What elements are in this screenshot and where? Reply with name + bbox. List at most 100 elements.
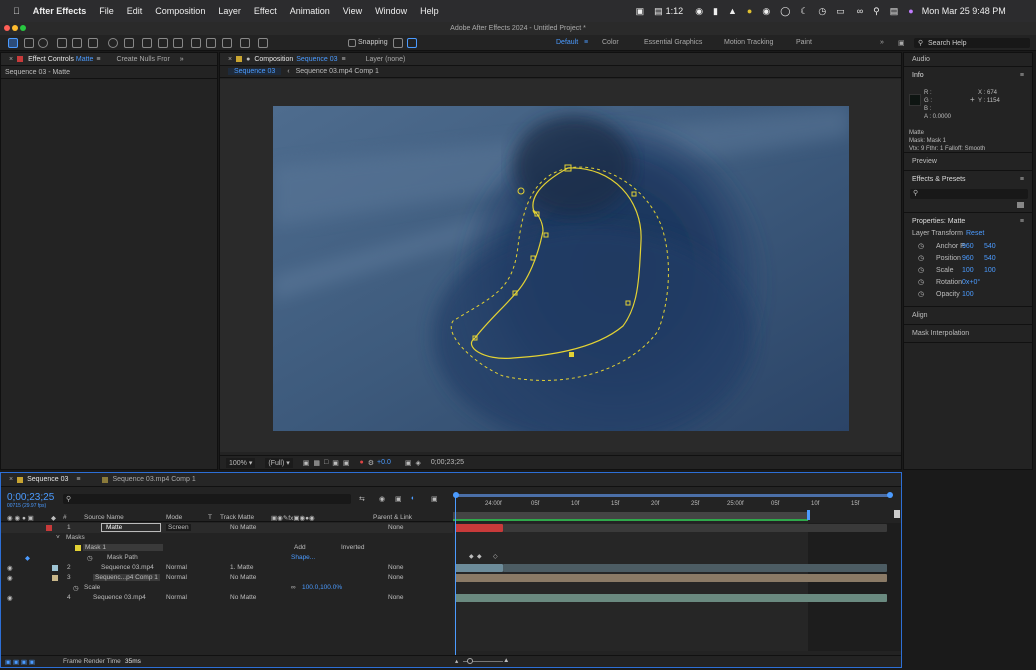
layer-parent[interactable]: None — [388, 594, 404, 601]
work-area-start-handle[interactable] — [453, 492, 459, 498]
layer-2-bar-remainder[interactable] — [503, 564, 887, 572]
layer-name[interactable]: Matte — [101, 523, 161, 532]
snapshot-icon[interactable]: ▣ — [405, 459, 412, 467]
more-tabs-icon[interactable]: » — [180, 56, 184, 63]
tab-effect-layer[interactable]: Matte — [76, 56, 94, 63]
stopwatch-icon[interactable]: ◷ — [73, 584, 79, 592]
siri-icon[interactable]: ● — [908, 6, 913, 16]
mask-1-row[interactable]: Mask 1 Add Inverted — [1, 543, 453, 553]
transparency-grid-icon[interactable]: ▦ — [313, 459, 320, 467]
t-header[interactable]: T — [208, 514, 212, 521]
control-icon[interactable]: ◯ — [780, 6, 790, 17]
motion-blur-icon[interactable]: ◐ — [411, 495, 415, 502]
prop-scale-y[interactable]: 100 — [984, 267, 996, 274]
viewer-timecode[interactable]: 0;00;23;25 — [431, 459, 464, 466]
masks-group-row[interactable]: ˅ Masks — [1, 533, 453, 543]
workspace-paint[interactable]: Paint — [796, 39, 812, 46]
prop-rotation-value[interactable]: 0x+0° — [962, 279, 980, 286]
panel-close-icon[interactable]: × — [1, 56, 17, 63]
current-time-indicator[interactable] — [455, 495, 456, 655]
track-matte-header[interactable]: Track Matte — [220, 514, 254, 521]
layer-mode[interactable]: Normal — [166, 594, 187, 601]
battery-icon[interactable]: ▭ — [836, 6, 845, 17]
work-area-out-marker[interactable] — [807, 510, 810, 520]
coin-icon[interactable]: ● — [747, 6, 752, 16]
layer-label-color[interactable] — [46, 525, 52, 531]
layer-row-4[interactable]: ◉ 4 Sequence 03.mp4 Normal No Matte None — [1, 593, 453, 603]
prop-opacity-value[interactable]: 100 — [962, 291, 974, 298]
layer-track-matte[interactable]: No Matte — [230, 594, 256, 601]
zoom-tool-icon[interactable] — [38, 38, 48, 48]
stopwatch-icon[interactable]: ◷ — [918, 278, 936, 286]
layer-label-color[interactable] — [52, 565, 58, 571]
time-ruler[interactable]: 24:00f 05f 10f 15f 20f 25f 25:00f 05f 10… — [453, 488, 901, 522]
moon-icon[interactable]: ☾ — [800, 6, 808, 17]
snap-option-icon[interactable] — [393, 38, 403, 48]
mask-path-keyframe[interactable]: ◆ — [469, 553, 474, 560]
workspace-motion-tracking[interactable]: Motion Tracking — [724, 39, 773, 46]
visibility-icon[interactable]: ◉ — [7, 564, 13, 572]
frame-blending-icon[interactable]: ▣ — [395, 495, 402, 503]
constrain-link-icon[interactable]: ∞ — [291, 584, 296, 591]
scale-property-row[interactable]: ◷ Scale ∞ 100.0,100.0% — [1, 583, 453, 593]
timeline-menu-icon[interactable]: ≡ — [76, 476, 80, 483]
brush-tool-icon[interactable] — [191, 38, 201, 48]
layer-name[interactable]: Sequenc...p4 Comp 1 — [93, 574, 160, 581]
matte-layer-bar-remainder[interactable] — [503, 524, 887, 532]
timer-icon[interactable]: ▤ — [654, 6, 663, 17]
layer-4-bar[interactable] — [455, 594, 887, 602]
menu-window[interactable]: Window — [375, 6, 407, 16]
panel-menu-icon[interactable]: ≡ — [96, 56, 100, 63]
app-icon[interactable]: ▲ — [728, 6, 737, 16]
graph-editor-icon[interactable]: ▣ — [431, 495, 438, 503]
scale-value[interactable]: 100.0,100.0% — [302, 584, 342, 591]
workspace-essential-graphics[interactable]: Essential Graphics — [644, 39, 702, 46]
layer-label-color[interactable] — [52, 575, 58, 581]
parent-link-header[interactable]: Parent & Link — [373, 514, 412, 521]
zoom-in-icon[interactable]: ▲ — [503, 657, 509, 664]
prop-position-y[interactable]: 540 — [984, 255, 996, 262]
pan-behind-tool-icon[interactable] — [88, 38, 98, 48]
roto-brush-tool-icon[interactable] — [240, 38, 250, 48]
new-bin-icon[interactable] — [1017, 202, 1024, 208]
close-window-button[interactable] — [4, 25, 10, 31]
work-area-bar[interactable] — [453, 494, 891, 497]
stopwatch-icon[interactable]: ◷ — [918, 266, 936, 274]
guides-icon[interactable]: ▣ — [332, 459, 339, 467]
layer-parent[interactable]: None — [388, 564, 404, 571]
source-name-header[interactable]: Source Name — [84, 514, 124, 521]
timeline-close-icon[interactable]: × — [1, 476, 17, 483]
zoom-window-button[interactable] — [20, 25, 26, 31]
snapping-checkbox[interactable] — [348, 39, 356, 47]
snap-grid-icon[interactable] — [407, 38, 417, 48]
comp-end-marker[interactable] — [894, 510, 900, 518]
visibility-icon[interactable]: ◉ — [7, 594, 13, 602]
rotate-tool-icon[interactable] — [57, 38, 67, 48]
hand-tool-icon[interactable] — [24, 38, 34, 48]
flow-sequence-03[interactable]: Sequence 03 — [228, 68, 282, 75]
flow-comp-1[interactable]: Sequence 03.mp4 Comp 1 — [296, 68, 379, 75]
prop-anchor-x[interactable]: 960 — [962, 243, 984, 250]
mask-path-row[interactable]: ◆ ◷ Mask Path Shape... — [1, 553, 453, 563]
menu-app-name[interactable]: After Effects — [33, 6, 87, 16]
search-icon[interactable]: ⚲ — [873, 6, 880, 17]
comp-mini-flowchart-icon[interactable]: ⇆ — [359, 495, 365, 503]
layer-row-1[interactable]: 1 Matte Screen No Matte None — [1, 523, 453, 533]
wifi-icon[interactable]: ∞ — [857, 6, 863, 16]
zoom-dropdown[interactable]: 100% ▾ — [226, 457, 256, 468]
puppet-tool-icon[interactable] — [258, 38, 268, 48]
mask-visibility-icon[interactable]: □ — [324, 459, 328, 466]
clock-icon[interactable]: ◷ — [818, 6, 826, 17]
mask-path-shape[interactable]: Shape... — [291, 554, 315, 561]
audio-panel-header[interactable]: Audio — [904, 53, 1032, 67]
menu-view[interactable]: View — [343, 6, 362, 16]
color-management-icon[interactable]: ● — [360, 459, 364, 466]
tab-layer-none[interactable]: Layer (none) — [358, 56, 414, 63]
timeline-search-input[interactable]: ⚲ — [63, 494, 351, 504]
prop-scale-x[interactable]: 100 — [962, 267, 984, 274]
screen-icon[interactable]: ▣ — [636, 6, 645, 17]
stopwatch-icon[interactable]: ◷ — [918, 254, 936, 262]
workspace-default[interactable]: Default — [556, 39, 578, 46]
layer-mode[interactable]: Normal — [166, 574, 187, 581]
timeline-tab-comp-1[interactable]: Sequence 03.mp4 Comp 1 — [112, 476, 195, 483]
